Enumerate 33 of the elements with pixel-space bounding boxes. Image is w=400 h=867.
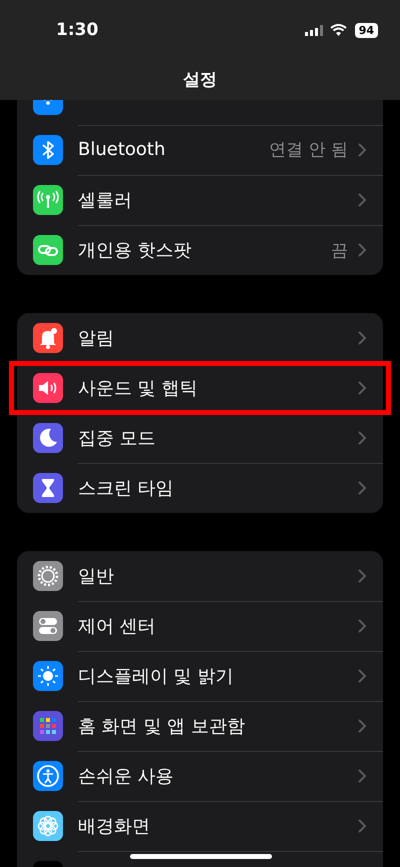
chevron-icon [358, 568, 366, 582]
chevron-icon [358, 768, 366, 782]
row-label[interactable]: 배경화면 [78, 814, 150, 838]
chevron-icon [358, 668, 366, 682]
row-label[interactable]: 사운드 및 햅틱 [78, 376, 198, 400]
row-label[interactable]: 제어 센터 [78, 614, 156, 638]
row-value: 끔 [331, 240, 348, 262]
row-label[interactable]: 알림 [78, 326, 114, 350]
signal-icon [304, 24, 324, 36]
page-title: 설정 [182, 69, 218, 91]
chevron-icon [358, 718, 366, 732]
row-label[interactable]: 스크린 타임 [78, 476, 174, 500]
row-label[interactable]: Bluetooth [78, 139, 166, 160]
wifi-icon [330, 24, 347, 36]
row-label[interactable]: 셀룰러 [78, 188, 132, 212]
row-label[interactable]: 집중 모드 [78, 426, 156, 450]
chevron-icon [358, 192, 366, 206]
row-label[interactable]: 손쉬운 사용 [78, 764, 174, 788]
chevron-icon [358, 330, 366, 344]
status-time: 1:30 [56, 20, 98, 40]
row-value: 연결 안 됨 [269, 139, 348, 161]
row-label[interactable]: 홈 화면 및 앱 보관함 [78, 714, 245, 738]
chevron-icon [358, 818, 366, 832]
chevron-icon [358, 481, 366, 495]
chevron-icon [358, 618, 366, 632]
chevron-icon [358, 142, 366, 156]
chevron-icon [358, 380, 366, 394]
chevron-icon [358, 243, 366, 257]
row-label[interactable]: 개인용 핫스팟 [78, 238, 192, 262]
chevron-icon [358, 430, 366, 444]
row-label[interactable]: 일반 [78, 564, 114, 588]
battery-level: 94 [354, 22, 378, 38]
row-label[interactable]: 디스플레이 및 밝기 [78, 664, 234, 688]
